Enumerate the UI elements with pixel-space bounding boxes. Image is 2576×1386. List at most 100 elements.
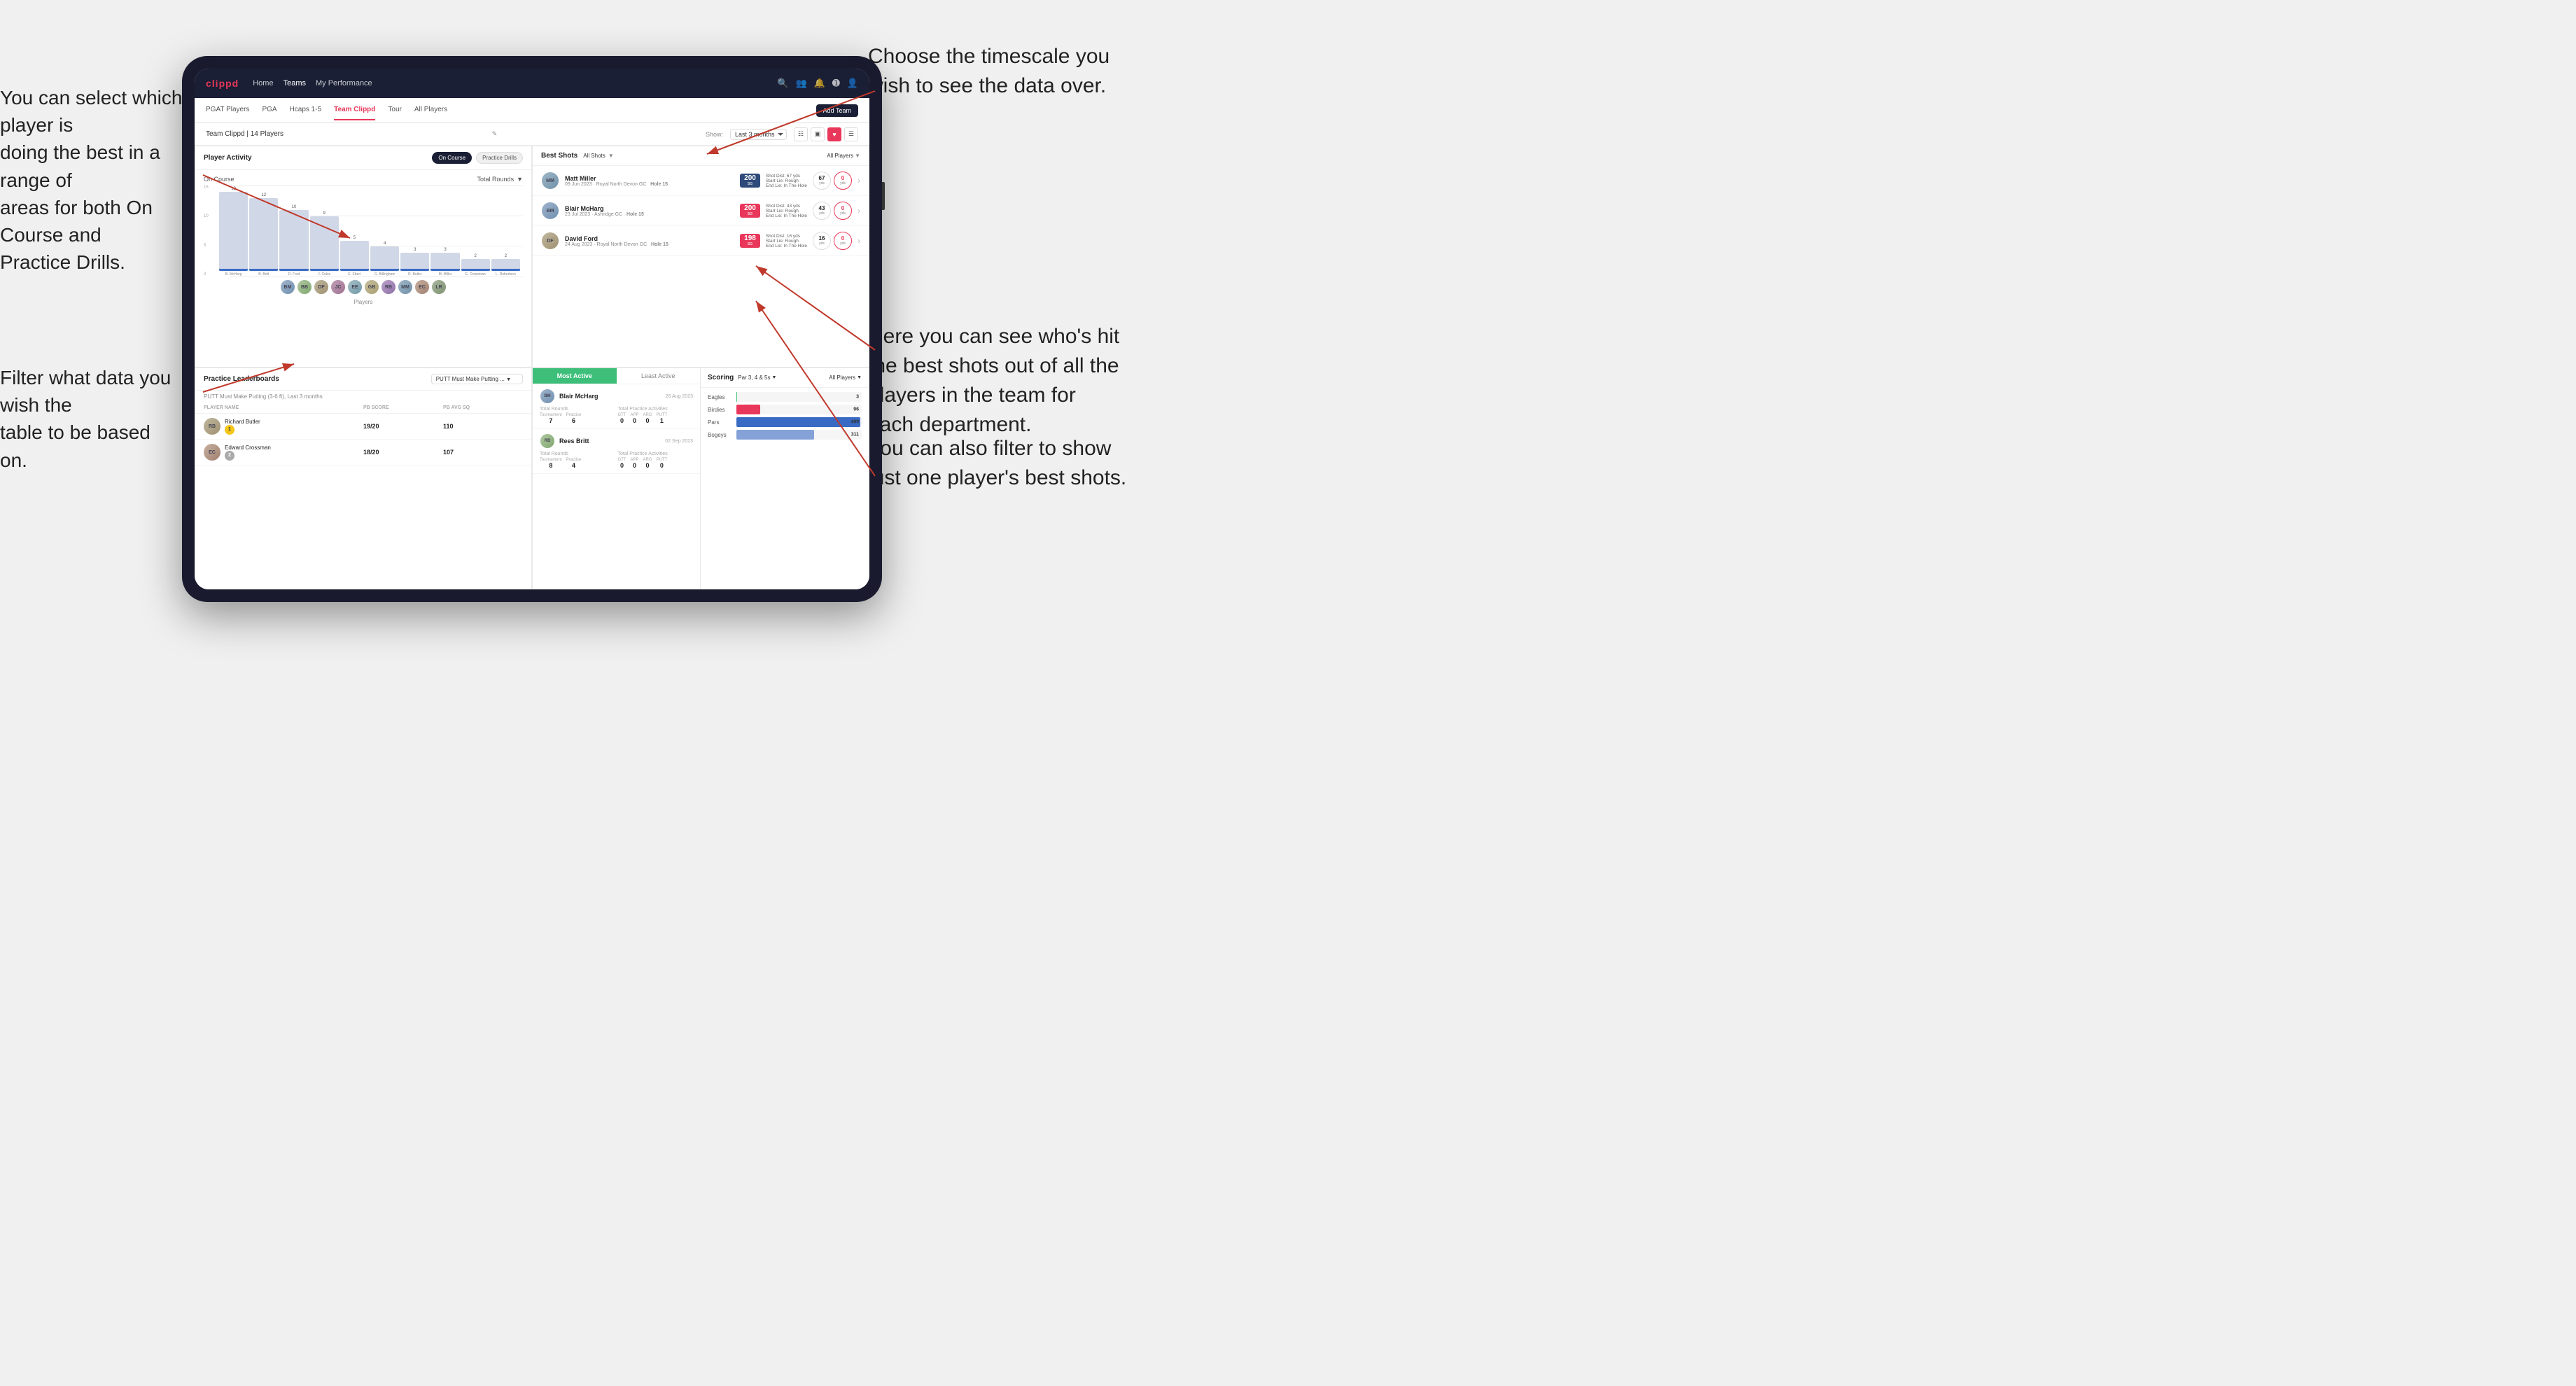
shot-dist-badge-matt: 200 SG (740, 174, 760, 188)
active-player-header-blair: BM Blair McHarg 26 Aug 2023 (540, 388, 693, 404)
shot-card-blair-mcharg[interactable]: BM Blair McHarg 23 Jul 2023 · Ashridge G… (533, 196, 869, 226)
scoring-bar-birdies: Birdies 96 (708, 405, 862, 414)
eagles-label: Eagles (708, 394, 732, 400)
grid-lines-icon[interactable]: ☷ (794, 127, 808, 141)
player-activity-title: Player Activity (204, 154, 252, 162)
show-label: Show: (706, 131, 723, 138)
subtab-hcaps[interactable]: Hcaps 1-5 (290, 100, 322, 120)
rank-badge-2: 2 (225, 451, 234, 461)
shot-stats-matt: Shot Dist: 67 yds Start Lie: Rough End L… (766, 174, 807, 188)
shot-yds-david: 16 yds 0 yds (813, 232, 852, 250)
search-icon[interactable]: 🔍 (777, 78, 788, 89)
active-avatar-blair: BM (540, 388, 555, 404)
active-stats-rees: Total Rounds Tournament 8 Practice 4 (540, 451, 693, 469)
eagles-value: 3 (856, 395, 859, 400)
nav-performance[interactable]: My Performance (316, 78, 372, 89)
avatar-2: BB (297, 279, 312, 295)
birdies-fill (736, 405, 760, 414)
col-pb-avg: PB AVG SQ (443, 405, 523, 410)
subtab-pgat[interactable]: PGAT Players (206, 100, 249, 120)
shots-chevron-down: ▼ (608, 153, 614, 159)
shot-yds-matt: 67 yds 0 yds (813, 172, 852, 190)
nav-home[interactable]: Home (253, 78, 273, 89)
list-icon[interactable]: ☰ (844, 127, 858, 141)
navbar: clippd Home Teams My Performance 🔍 👥 🔔 ➊… (195, 69, 869, 98)
chart-section-title: On Course (204, 176, 234, 183)
on-course-button[interactable]: On Course (432, 152, 472, 164)
active-player-date-blair: 26 Aug 2023 (666, 394, 693, 399)
shot-chevron-matt[interactable]: › (858, 176, 860, 186)
grid-icon[interactable]: ▣ (811, 127, 825, 141)
bar-chart: 13B. McHarg 12B. Britt 10D. Ford 9J. Col… (216, 186, 523, 276)
eagles-fill (736, 392, 737, 402)
practice-header: Practice Leaderboards PUTT Must Make Put… (195, 368, 531, 391)
plus-circle-icon[interactable]: ➊ (832, 78, 840, 89)
best-shots-title: Best Shots (541, 152, 578, 160)
practice-drills-button[interactable]: Practice Drills (476, 152, 523, 164)
bogeys-label: Bogeys (708, 432, 732, 438)
rank-badge-1: 1 (225, 425, 234, 435)
show-select[interactable]: Last 3 months Last 6 months Last year (730, 129, 787, 140)
shot-player-info-david: David Ford 24 Aug 2023 · Royal North Dev… (565, 235, 734, 247)
bell-icon[interactable]: 🔔 (814, 78, 825, 89)
active-player-rees: RB Rees Britt 02 Sep 2023 Total Rounds T… (533, 429, 700, 474)
people-icon[interactable]: 👥 (796, 78, 807, 89)
annotation-top-left: You can select which player is doing the… (0, 84, 196, 276)
team-name-label: Team Clippd | 14 Players (206, 130, 284, 138)
subtab-pga[interactable]: PGA (262, 100, 276, 120)
shot-chevron-blair[interactable]: › (858, 206, 860, 216)
subtab-tour[interactable]: Tour (388, 100, 401, 120)
annotation-top-right: Choose the timescale you wish to see the… (868, 42, 1134, 101)
bar-m-miller: 3M. Miller (430, 186, 459, 276)
shots-filter[interactable]: All Shots ▼ (583, 153, 614, 159)
scoring-players-filter[interactable]: All Players ▼ (829, 374, 862, 381)
active-stats-blair: Total Rounds Tournament 7 Practice 6 (540, 407, 693, 424)
shot-player-detail-david: 24 Aug 2023 · Royal North Devon GC Hole … (565, 242, 734, 247)
shot-card-david-ford[interactable]: DF David Ford 24 Aug 2023 · Royal North … (533, 226, 869, 256)
scoring-filter[interactable]: Par 3, 4 & 5s ▼ (738, 374, 776, 381)
practice-chevron: ▼ (506, 377, 511, 382)
practice-filter[interactable]: PUTT Must Make Putting ... ▼ (431, 374, 523, 384)
total-rounds-blair: Total Rounds Tournament 7 Practice 6 (540, 407, 615, 424)
avatar-5: EE (347, 279, 363, 295)
shot-chevron-david[interactable]: › (858, 236, 860, 246)
bottom-right-panel: Most Active Least Active BM Blair McHarg… (532, 368, 869, 589)
yds-box-1-matt: 67 yds (813, 172, 831, 190)
bogeys-track: 311 (736, 430, 862, 440)
nav-teams[interactable]: Teams (284, 78, 306, 89)
shot-card-matt-miller[interactable]: MM Matt Miller 09 Jun 2023 · Royal North… (533, 166, 869, 196)
subtab-team-clippd[interactable]: Team Clippd (334, 100, 375, 120)
most-active-tab[interactable]: Most Active (533, 368, 617, 384)
bar-e-crossman: 2E. Crossman (461, 186, 490, 276)
birdies-value: 96 (853, 407, 859, 412)
yds-box-1-david: 16 yds (813, 232, 831, 250)
total-rounds-metric[interactable]: Total Rounds ▼ (477, 176, 523, 183)
user-icon[interactable]: 👤 (847, 78, 858, 89)
birdies-label: Birdies (708, 407, 732, 413)
navbar-icons: 🔍 👥 🔔 ➊ 👤 (777, 78, 858, 89)
least-active-tab[interactable]: Least Active (617, 368, 701, 384)
edit-icon[interactable]: ✎ (492, 130, 498, 138)
all-shots-filter[interactable]: All Shots (583, 153, 606, 159)
tablet-screen: clippd Home Teams My Performance 🔍 👥 🔔 ➊… (195, 69, 869, 589)
bar-l-robertson: 2L. Robertson (491, 186, 520, 276)
heart-icon[interactable]: ♥ (827, 127, 841, 141)
practice-activities-blair: Total Practice Activities GTT 0 APP 0 (618, 407, 694, 424)
practice-player-name-richard: Richard Butler (225, 419, 260, 425)
avatar-3: DF (314, 279, 329, 295)
shots-header: Best Shots All Shots ▼ All Players ▼ (533, 146, 869, 166)
subtab-all-players[interactable]: All Players (414, 100, 447, 120)
add-team-button[interactable]: Add Team (816, 104, 858, 117)
practice-row-richard: RB Richard Butler 1 19/20 110 (195, 414, 531, 440)
shot-dist-badge-david: 198 SG (740, 234, 760, 248)
team-header: Team Clippd | 14 Players ✎ Show: Last 3 … (195, 123, 869, 146)
brand-logo: clippd (206, 78, 239, 89)
pb-avg-edward: 107 (443, 449, 523, 456)
practice-subtitle: PUTT Must Make Putting (3-6 ft), Last 3 … (195, 391, 531, 402)
player-activity-header: Player Activity On Course Practice Drill… (195, 146, 531, 170)
all-players-filter[interactable]: All Players ▼ (827, 153, 860, 159)
active-player-date-rees: 02 Sep 2023 (665, 439, 693, 444)
shot-dist-badge-blair: 200 SG (740, 204, 760, 218)
player-activity-panel: Player Activity On Course Practice Drill… (195, 146, 532, 368)
chart-area: On Course Total Rounds ▼ 151050 (195, 170, 531, 321)
